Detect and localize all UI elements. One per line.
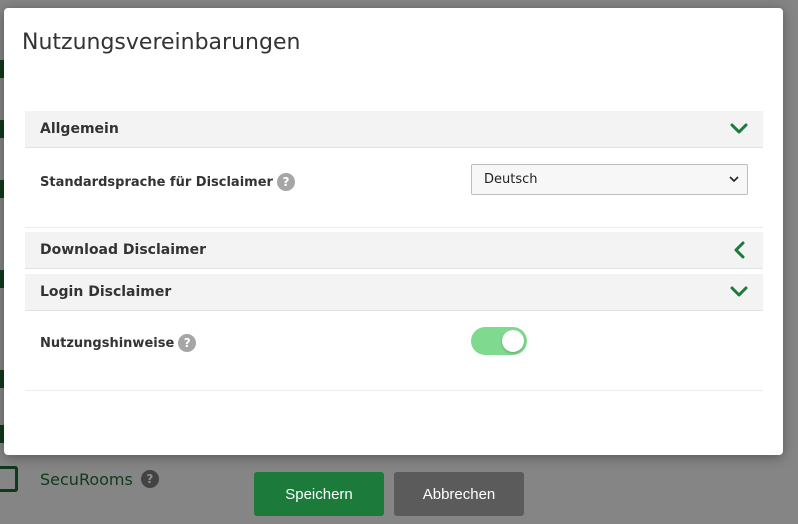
chevron-down-icon [729,172,739,187]
section-header-download[interactable]: Download Disclaimer [25,232,763,269]
section-title: Allgemein [40,121,119,137]
default-language-value: Deutsch [484,172,538,187]
terms-dialog: Nutzungsvereinbarungen Allgemein Standar… [4,8,783,455]
section-body-login: Nutzungshinweise ? [25,312,763,391]
usage-notes-row: Nutzungshinweise ? [40,334,197,352]
chevron-down-icon [729,119,749,139]
toggle-knob [502,330,524,352]
default-language-row: Standardsprache für Disclaimer ? [40,173,295,191]
usage-notes-toggle[interactable] [471,327,527,355]
section-header-login[interactable]: Login Disclaimer [25,274,763,311]
cancel-button[interactable]: Abbrechen [394,472,524,516]
help-icon[interactable]: ? [276,173,295,191]
section-header-general[interactable]: Allgemein [25,111,763,148]
section-title: Login Disclaimer [40,284,172,300]
save-button[interactable]: Speichern [254,472,384,516]
help-icon[interactable]: ? [178,334,197,352]
dialog-title: Nutzungsvereinbarungen [22,30,301,55]
section-body-general: Standardsprache für Disclaimer ? Deutsch [25,149,763,228]
default-language-label: Standardsprache für Disclaimer [40,174,273,190]
chevron-left-icon [729,240,749,260]
default-language-select[interactable]: Deutsch [471,164,748,195]
section-title: Download Disclaimer [40,242,206,258]
usage-notes-label: Nutzungshinweise [40,335,175,351]
chevron-down-icon [729,282,749,302]
